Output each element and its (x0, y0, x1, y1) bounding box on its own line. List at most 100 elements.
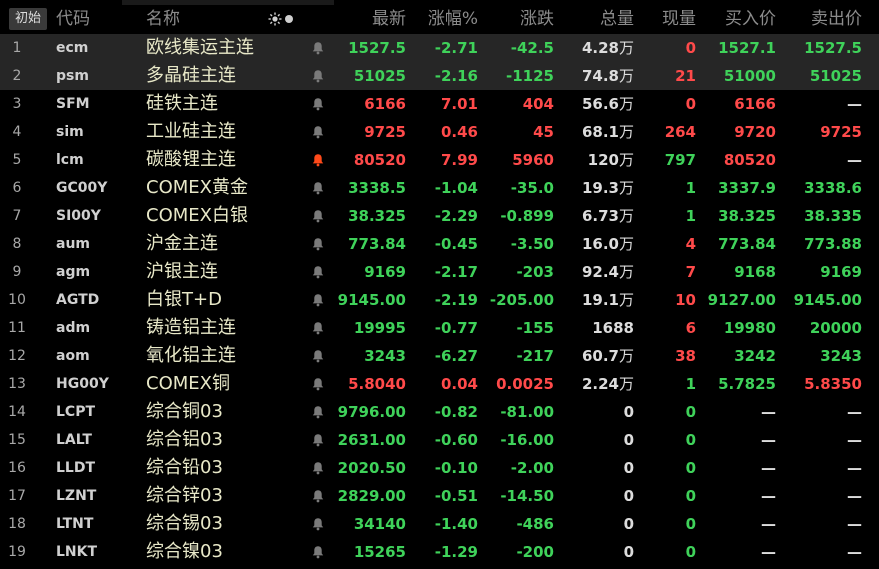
bell-icon[interactable] (310, 454, 326, 482)
row-current: 21 (675, 67, 696, 85)
row-latest: 15265 (353, 543, 406, 561)
row-latest: 6166 (364, 95, 406, 113)
row-current: 38 (675, 347, 696, 365)
row-ask: 3338.6 (804, 179, 862, 197)
bell-icon[interactable] (310, 510, 326, 538)
row-volume: 0 (560, 426, 634, 454)
init-button[interactable]: 初始 (9, 8, 47, 30)
table-row[interactable]: 6 GC00Y COMEX黄金 3338.5 -1.04 -35.0 1 3337.9 3338… (0, 174, 879, 202)
table-row[interactable]: 3 SFM 硅铁主连 6166 7.01 404 0 6166 — 56.6万 (0, 90, 879, 118)
row-current: 0 (685, 487, 696, 505)
bell-icon[interactable] (310, 398, 326, 426)
row-volume: 0 (560, 510, 634, 538)
row-pct: 0.46 (440, 123, 478, 141)
bell-icon[interactable] (310, 286, 326, 314)
row-volume-number: 6.73 (581, 207, 619, 225)
row-code: HG00Y (56, 376, 109, 392)
bell-icon[interactable] (310, 62, 326, 90)
row-current: 0 (685, 459, 696, 477)
header-code[interactable]: 代码 (56, 0, 90, 34)
table-row[interactable]: 9 agm 沪银主连 9169 -2.17 -203 7 9168 9169 92.4万 (0, 258, 879, 286)
row-latest: 38.325 (348, 207, 406, 225)
header-ask[interactable]: 卖出价 (784, 0, 862, 34)
row-pct: -2.17 (434, 263, 478, 281)
table-row[interactable]: 13 HG00Y COMEX铜 5.8040 0.04 0.0025 1 5.7825 5.83… (0, 370, 879, 398)
row-code: adm (56, 320, 91, 336)
row-latest: 9725 (364, 123, 406, 141)
bell-icon[interactable] (310, 202, 326, 230)
table-row[interactable]: 16 LLDT 综合铅03 2020.50 -0.10 -2.00 0 — — 0 (0, 454, 879, 482)
row-change: -2.00 (510, 459, 554, 477)
bell-icon[interactable] (310, 34, 326, 62)
table-row[interactable]: 7 SI00Y COMEX白银 38.325 -2.29 -0.899 1 38.325 38.… (0, 202, 879, 230)
row-code: aom (56, 348, 90, 364)
bell-icon[interactable] (310, 342, 326, 370)
row-name: 氧化铝主连 (146, 345, 236, 366)
row-change: -35.0 (510, 179, 554, 197)
header-latest[interactable]: 最新 (330, 0, 406, 34)
row-ask: 1527.5 (804, 39, 862, 57)
row-current: 7 (685, 263, 696, 281)
row-name: 白银T+D (146, 289, 222, 310)
header-pct[interactable]: 涨幅% (410, 0, 478, 34)
bell-icon[interactable] (310, 314, 326, 342)
row-index: 16 (8, 460, 26, 476)
table-row[interactable]: 11 adm 铸造铝主连 19995 -0.77 -155 6 19980 20000 1688 (0, 314, 879, 342)
table-row[interactable]: 2 psm 多晶硅主连 51025 -2.16 -1125 21 51000 51025 74.8… (0, 62, 879, 90)
bell-icon[interactable] (310, 118, 326, 146)
row-volume-number: 0 (623, 487, 634, 505)
bell-icon[interactable] (310, 174, 326, 202)
row-code: sim (56, 124, 84, 140)
table-row[interactable]: 15 LALT 综合铝03 2631.00 -0.60 -16.00 0 — — 0 (0, 426, 879, 454)
row-latest: 773.84 (348, 235, 406, 253)
table-row[interactable]: 5 lcm 碳酸锂主连 80520 7.99 5960 797 80520 — 120万 (0, 146, 879, 174)
header-current[interactable]: 现量 (640, 0, 696, 34)
row-name: COMEX铜 (146, 373, 230, 394)
row-change: -217 (516, 347, 554, 365)
bell-icon[interactable] (310, 538, 326, 566)
table-row[interactable]: 8 aum 沪金主连 773.84 -0.45 -3.50 4 773.84 773.88 16.… (0, 230, 879, 258)
row-change: 0.0025 (496, 375, 554, 393)
settings-sun-icon[interactable] (268, 10, 298, 28)
row-bid: 3242 (734, 347, 776, 365)
table-row[interactable]: 14 LCPT 综合铜03 9796.00 -0.82 -81.00 0 — — 0 (0, 398, 879, 426)
table-row[interactable]: 19 LNKT 综合镍03 15265 -1.29 -200 0 — — 0 (0, 538, 879, 566)
bell-icon[interactable] (310, 230, 326, 258)
row-code: ecm (56, 40, 89, 56)
bell-icon[interactable] (310, 90, 326, 118)
bell-icon[interactable] (310, 482, 326, 510)
row-code: LNKT (56, 544, 98, 560)
header-name[interactable]: 名称 (146, 0, 180, 34)
table-row[interactable]: 17 LZNT 综合锌03 2829.00 -0.51 -14.50 0 — — 0 (0, 482, 879, 510)
row-ask: 38.335 (804, 207, 862, 225)
table-row[interactable]: 10 AGTD 白银T+D 9145.00 -2.19 -205.00 10 9127.00 9… (0, 286, 879, 314)
bell-icon[interactable] (310, 370, 326, 398)
row-bid: 773.84 (718, 235, 776, 253)
row-code: AGTD (56, 292, 100, 308)
row-code: SI00Y (56, 208, 101, 224)
row-index: 18 (8, 516, 26, 532)
row-index: 13 (8, 376, 26, 392)
bell-icon[interactable] (310, 146, 326, 174)
table-row[interactable]: 12 aom 氧化铝主连 3243 -6.27 -217 38 3242 3243 60.7万 (0, 342, 879, 370)
row-ask: — (847, 487, 862, 505)
row-volume: 4.28万 (560, 34, 634, 62)
row-name: 工业硅主连 (146, 121, 236, 142)
row-index: 1 (12, 40, 22, 56)
bell-icon[interactable] (310, 426, 326, 454)
row-volume-unit: 万 (618, 207, 634, 225)
row-name: 多晶硅主连 (146, 65, 236, 86)
table-row[interactable]: 18 LTNT 综合锡03 34140 -1.40 -486 0 — — 0 (0, 510, 879, 538)
row-code: aum (56, 236, 91, 252)
header-change[interactable]: 涨跌 (482, 0, 554, 34)
bell-icon[interactable] (310, 258, 326, 286)
row-current: 0 (685, 431, 696, 449)
row-pct: -1.29 (434, 543, 478, 561)
table-row[interactable]: 1 ecm 欧线集运主连 1527.5 -2.71 -42.5 0 1527.1 1527.5 4… (0, 34, 879, 62)
table-row[interactable]: 4 sim 工业硅主连 9725 0.46 45 264 9720 9725 68.1万 (0, 118, 879, 146)
row-volume-unit: 万 (618, 151, 634, 169)
row-bid: 51000 (723, 67, 776, 85)
header-bid[interactable]: 买入价 (700, 0, 776, 34)
row-volume-number: 68.1 (581, 123, 619, 141)
header-volume[interactable]: 总量 (560, 0, 634, 34)
